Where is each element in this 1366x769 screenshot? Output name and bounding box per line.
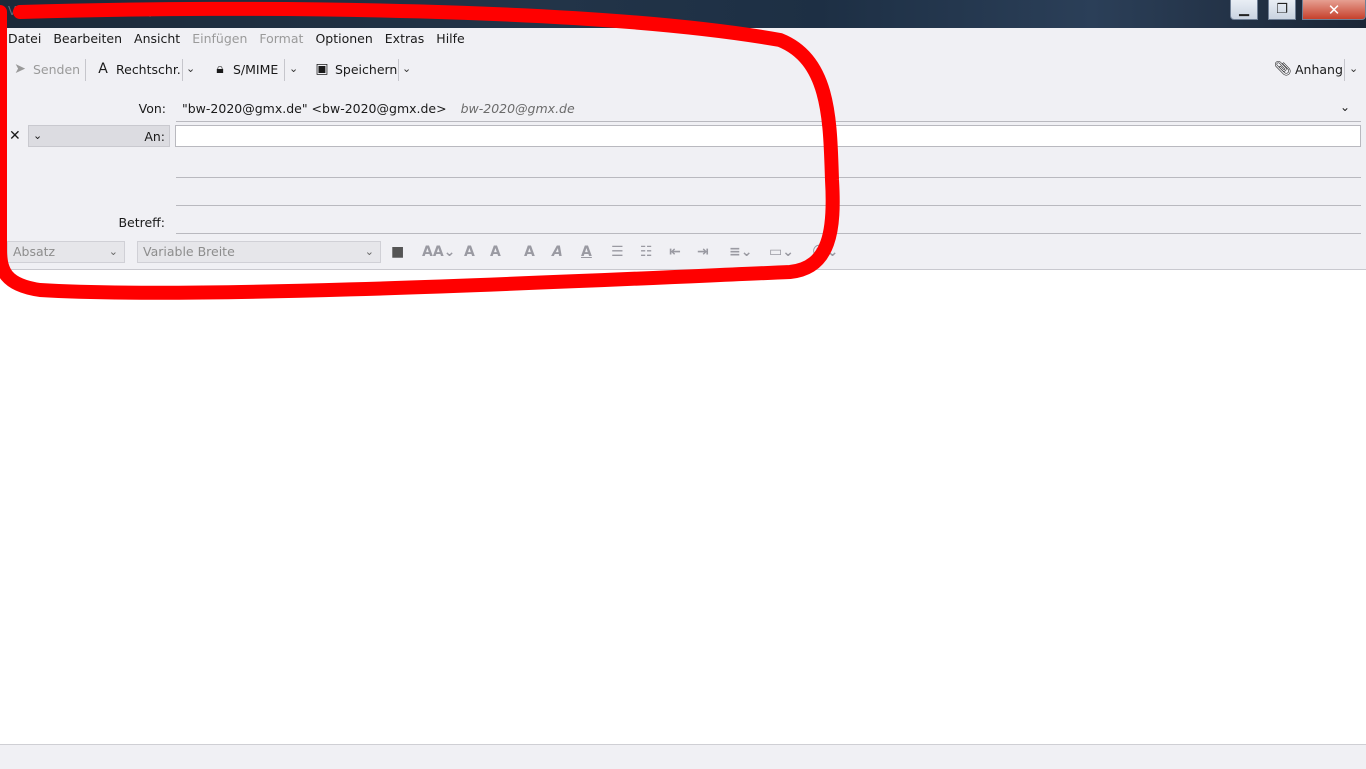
menu-bearbeiten[interactable]: Bearbeiten (47, 28, 128, 50)
title-bar: Verfassen: (kein Betreff) - Thunderbird … (0, 0, 1366, 28)
chevron-down-icon: ⌄ (364, 245, 374, 258)
font-select[interactable]: Variable Breite ⌄ (137, 241, 381, 263)
outdent-icon[interactable]: ⇤ (669, 244, 681, 260)
subject-input[interactable] (176, 210, 1361, 232)
from-select[interactable]: "bw-2020@gmx.de" <bw-2020@gmx.de> bw-202… (182, 101, 575, 116)
paperclip-icon: 📎︎ (1274, 61, 1292, 77)
larger-text-icon[interactable]: A (490, 244, 501, 260)
save-label: Speichern (335, 61, 398, 77)
toolbar-separator (398, 59, 399, 81)
from-row: Von: "bw-2020@gmx.de" <bw-2020@gmx.de> b… (0, 97, 1366, 121)
italic-icon[interactable]: A (552, 244, 563, 260)
status-bar (0, 744, 1366, 769)
smime-button[interactable]: 🔒︎ S/MIME (212, 56, 278, 82)
chevron-down-icon[interactable]: ⌄ (289, 62, 298, 75)
send-button[interactable]: ➤ Senden (12, 56, 80, 82)
menu-bar: Datei Bearbeiten Ansicht Einfügen Format… (0, 28, 1366, 50)
from-address: "bw-2020@gmx.de" <bw-2020@gmx.de> (182, 101, 447, 116)
from-identity: bw-2020@gmx.de (460, 101, 575, 116)
send-label: Senden (33, 61, 81, 77)
window-title: Verfassen: (kein Betreff) - Thunderbird (8, 4, 239, 18)
emoji-icon[interactable]: ☺⌄ (812, 244, 838, 260)
numbered-list-icon[interactable]: ☷ (640, 244, 653, 260)
toolbar-separator (1344, 59, 1345, 81)
chevron-down-icon: ⌄ (108, 245, 118, 258)
compose-header-area: Datei Bearbeiten Ansicht Einfügen Format… (0, 28, 1366, 270)
from-label: Von: (138, 101, 166, 116)
compose-toolbar: ➤ Senden A Rechtschr. ⌄ 🔒︎ S/MIME ⌄ ▣ Sp… (0, 56, 1366, 82)
to-input[interactable] (175, 125, 1361, 147)
menu-extras[interactable]: Extras (379, 28, 431, 50)
menu-einfuegen[interactable]: Einfügen (186, 28, 253, 50)
format-toolbar: Absatz ⌄ Variable Breite ⌄ ■ AA⌄ A A A A… (0, 240, 1366, 266)
divider (176, 205, 1361, 206)
smaller-text-icon[interactable]: A (464, 244, 475, 260)
close-icon[interactable]: ✕ (9, 128, 21, 144)
menu-datei[interactable]: Datei (2, 28, 47, 50)
font-size-icon[interactable]: AA⌄ (422, 244, 455, 260)
chevron-down-icon: ⌄ (33, 129, 43, 142)
spelling-button[interactable]: A Rechtschr. (95, 56, 181, 82)
maximize-button[interactable]: ❐ (1268, 0, 1296, 20)
close-button[interactable]: ✕ (1302, 0, 1366, 20)
font-value: Variable Breite (143, 244, 235, 259)
minimize-button[interactable]: ▁ (1230, 0, 1258, 20)
save-button[interactable]: ▣ Speichern (314, 56, 397, 82)
to-label: An: (144, 129, 165, 144)
chevron-down-icon[interactable]: ⌄ (1340, 100, 1350, 114)
chevron-down-icon[interactable]: ⌄ (402, 62, 411, 75)
paragraph-format-select[interactable]: Absatz ⌄ (7, 241, 125, 263)
insert-image-icon[interactable]: ▭⌄ (769, 244, 794, 260)
chevron-down-icon[interactable]: ⌄ (1349, 62, 1358, 75)
bullet-list-icon[interactable]: ☰ (611, 244, 624, 260)
attach-label: Anhang (1295, 61, 1343, 77)
toolbar-separator (182, 59, 183, 81)
recipient-type-select[interactable]: ⌄ An: (28, 125, 170, 147)
toolbar-separator (284, 59, 285, 81)
divider (176, 233, 1361, 234)
chevron-down-icon[interactable]: ⌄ (186, 62, 195, 75)
spellcheck-icon: A (98, 61, 108, 77)
text-color-icon[interactable]: ■ (391, 244, 404, 260)
underline-icon[interactable]: A (581, 244, 592, 260)
divider (176, 121, 1361, 122)
paragraph-format-value: Absatz (13, 244, 56, 259)
menu-hilfe[interactable]: Hilfe (430, 28, 470, 50)
smime-label: S/MIME (233, 61, 279, 77)
spelling-label: Rechtschr. (116, 61, 181, 77)
toolbar-separator (85, 59, 86, 81)
menu-optionen[interactable]: Optionen (309, 28, 378, 50)
attach-button[interactable]: 📎︎ Anhang (1274, 56, 1343, 82)
save-icon: ▣ (315, 61, 329, 77)
menu-ansicht[interactable]: Ansicht (128, 28, 186, 50)
lock-icon: 🔒︎ (216, 61, 224, 77)
send-icon: ➤ (14, 61, 26, 77)
subject-label: Betreff: (118, 215, 165, 230)
menu-format[interactable]: Format (253, 28, 309, 50)
bold-icon[interactable]: A (524, 244, 535, 260)
indent-icon[interactable]: ⇥ (697, 244, 709, 260)
divider (176, 177, 1361, 178)
message-body[interactable] (0, 270, 1366, 744)
align-icon[interactable]: ≡⌄ (729, 244, 752, 260)
